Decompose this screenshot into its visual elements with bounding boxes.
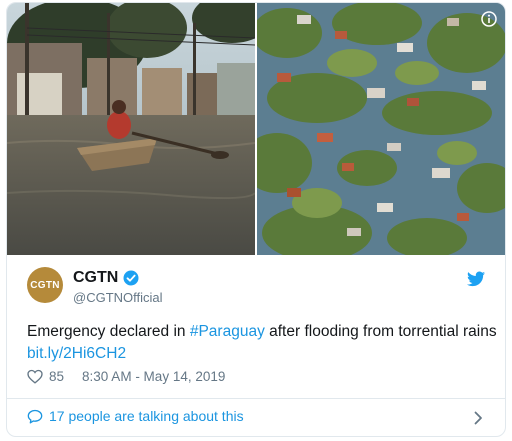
photo-aerial-flooded-town[interactable] <box>257 3 505 255</box>
talking-about-link[interactable]: 17 people are talking about this <box>27 408 244 424</box>
hashtag-link[interactable]: #Paraguay <box>190 323 265 340</box>
speech-bubble-icon <box>27 409 43 424</box>
photo-flooded-street-boat[interactable] <box>7 3 255 255</box>
tweet-meta: 85 8:30 AM - May 14, 2019 <box>27 369 225 384</box>
divider <box>7 398 505 399</box>
tweet-text: Emergency declared in #Paraguay after fl… <box>27 321 497 365</box>
author-handle[interactable]: @CGTNOfficial <box>73 290 163 305</box>
avatar-logo-text: CGTN <box>30 279 60 291</box>
author-name-row[interactable]: CGTN <box>73 269 139 287</box>
avatar[interactable]: CGTN <box>27 267 63 303</box>
twitter-bird-icon[interactable] <box>467 271 485 287</box>
short-url-link[interactable]: bit.ly/2Hi6CH2 <box>27 345 126 362</box>
tweet-text-part1: Emergency declared in <box>27 323 190 340</box>
talking-about-text[interactable]: 17 people are talking about this <box>49 408 244 424</box>
author-name[interactable]: CGTN <box>73 269 118 287</box>
tweet-media[interactable] <box>7 3 505 255</box>
info-icon[interactable] <box>481 11 497 27</box>
like-count[interactable]: 85 <box>49 369 64 384</box>
timestamp[interactable]: 8:30 AM - May 14, 2019 <box>82 369 225 384</box>
tweet-text-part2: after flooding from torrential rains <box>264 323 497 340</box>
verified-badge-icon <box>123 270 139 286</box>
chevron-right-icon[interactable] <box>474 411 483 425</box>
embedded-tweet-card[interactable]: CGTN CGTN @CGTNOfficial Emergency declar… <box>6 2 506 437</box>
heart-icon[interactable] <box>27 369 43 384</box>
